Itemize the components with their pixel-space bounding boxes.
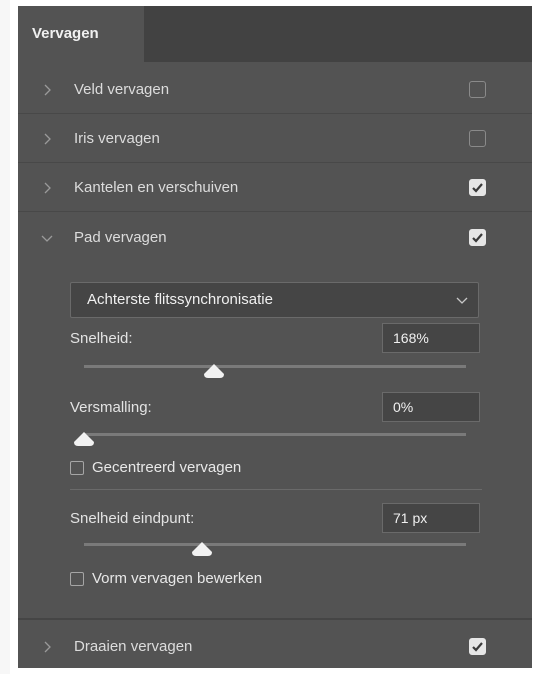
section-enable-checkbox[interactable] bbox=[469, 638, 486, 655]
endpoint-speed-input[interactable]: 71 px bbox=[382, 503, 480, 533]
left-edge bbox=[0, 0, 10, 674]
blur-mode-dropdown[interactable]: Achterste flitssynchronisatie bbox=[70, 282, 479, 318]
checkmark-icon bbox=[472, 183, 483, 193]
section-enable-checkbox[interactable] bbox=[469, 179, 486, 196]
edit-blur-shape-checkbox[interactable] bbox=[70, 572, 84, 586]
chevron-right-icon[interactable] bbox=[40, 83, 54, 97]
tab-vervagen[interactable]: Vervagen bbox=[18, 6, 144, 62]
taper-slider-track[interactable] bbox=[84, 433, 466, 436]
speed-input[interactable]: 168% bbox=[382, 323, 480, 353]
section-enable-checkbox[interactable] bbox=[469, 81, 486, 98]
section-iris-vervagen[interactable]: Iris vervagen bbox=[18, 115, 532, 163]
speed-slider-thumb[interactable] bbox=[202, 363, 226, 379]
endpoint-speed-label: Snelheid eindpunt: bbox=[70, 510, 195, 527]
taper-input[interactable]: 0% bbox=[382, 392, 480, 422]
section-enable-checkbox[interactable] bbox=[469, 229, 486, 246]
endpoint-speed-slider-track[interactable] bbox=[84, 543, 466, 546]
blur-panel: Vervagen Veld vervagen Iris vervagen Kan… bbox=[18, 6, 532, 668]
section-separator bbox=[18, 618, 532, 620]
chevron-down-icon[interactable] bbox=[40, 231, 54, 245]
chevron-right-icon[interactable] bbox=[40, 181, 54, 195]
centered-blur-option[interactable]: Gecentreerd vervagen bbox=[70, 458, 370, 480]
speed-label: Snelheid: bbox=[70, 330, 133, 347]
section-label: Veld vervagen bbox=[74, 81, 170, 98]
checkmark-icon bbox=[472, 233, 483, 243]
centered-blur-checkbox[interactable] bbox=[70, 461, 84, 475]
screenshot-canvas: Vervagen Veld vervagen Iris vervagen Kan… bbox=[0, 0, 547, 674]
section-label: Pad vervagen bbox=[74, 229, 167, 246]
chevron-down-icon bbox=[456, 297, 468, 304]
dropdown-selected-value: Achterste flitssynchronisatie bbox=[87, 291, 273, 308]
section-pad-vervagen[interactable]: Pad vervagen bbox=[18, 214, 532, 262]
taper-label: Versmalling: bbox=[70, 399, 152, 416]
section-label: Kantelen en verschuiven bbox=[74, 179, 239, 196]
section-kantelen-en-verschuiven[interactable]: Kantelen en verschuiven bbox=[18, 164, 532, 212]
endpoint-speed-slider-thumb[interactable] bbox=[190, 541, 214, 557]
chevron-right-icon[interactable] bbox=[40, 132, 54, 146]
section-enable-checkbox[interactable] bbox=[469, 130, 486, 147]
section-veld-vervagen[interactable]: Veld vervagen bbox=[18, 66, 532, 114]
checkmark-icon bbox=[472, 642, 483, 652]
divider bbox=[70, 489, 482, 490]
chevron-right-icon[interactable] bbox=[40, 640, 54, 654]
section-label: Draaien vervagen bbox=[74, 638, 193, 655]
centered-blur-label: Gecentreerd vervagen bbox=[92, 459, 242, 476]
panel-tab-bar: Vervagen bbox=[18, 6, 532, 62]
edit-blur-shape-label: Vorm vervagen bewerken bbox=[92, 570, 263, 587]
taper-slider-thumb[interactable] bbox=[72, 431, 96, 447]
speed-slider-track[interactable] bbox=[84, 365, 466, 368]
section-draaien-vervagen[interactable]: Draaien vervagen bbox=[18, 623, 532, 671]
edit-blur-shape-option[interactable]: Vorm vervagen bewerken bbox=[70, 569, 370, 591]
section-label: Iris vervagen bbox=[74, 130, 160, 147]
